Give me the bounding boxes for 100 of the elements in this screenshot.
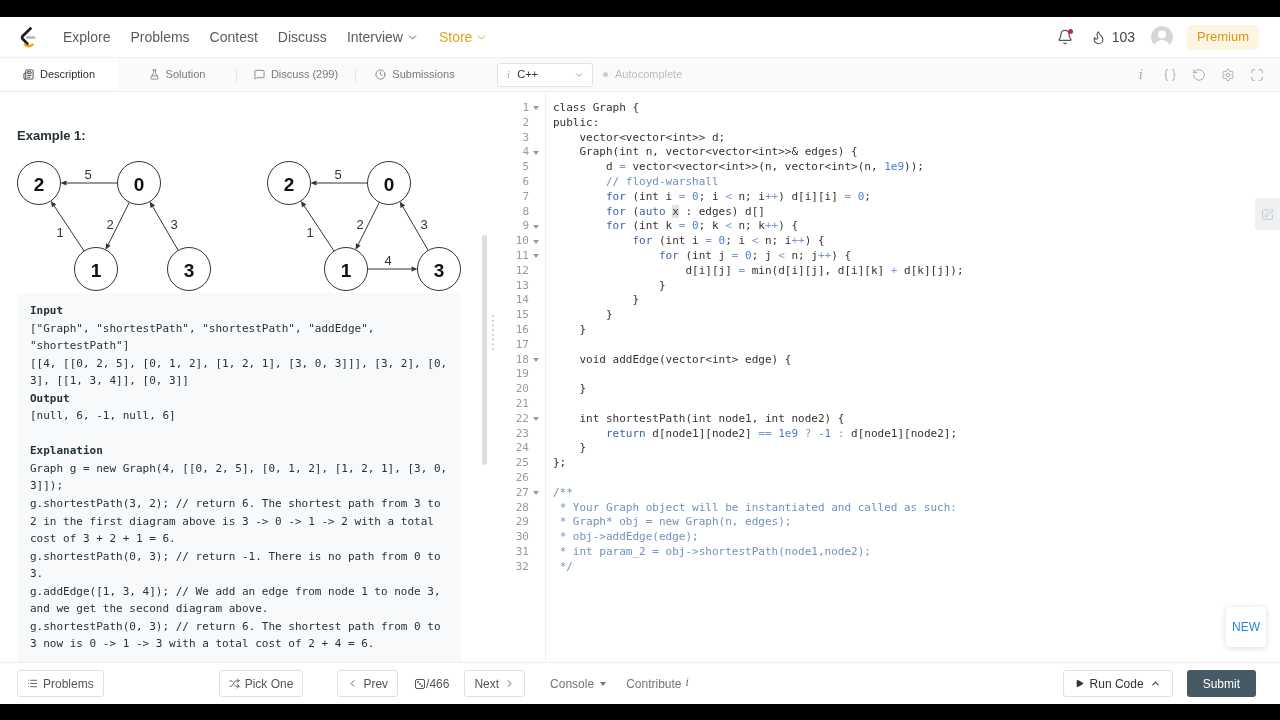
edit-icon xyxy=(1261,207,1274,221)
line-number: 25 xyxy=(514,456,529,471)
line-number: 10 xyxy=(514,234,529,249)
code-line: } xyxy=(606,308,613,323)
streak-count: 103 xyxy=(1111,27,1135,47)
code-line: for (int j = 0; j < n; j++) { xyxy=(658,248,852,264)
example-label: Explanation xyxy=(30,443,104,460)
line-number: 16 xyxy=(514,322,529,338)
example-label: Input xyxy=(30,303,65,319)
code-line: Graph(int n, vector<vector<int>>& edges) { xyxy=(579,145,858,161)
edge-weight: 3 xyxy=(170,216,178,232)
fold-arrow-icon[interactable] xyxy=(533,150,539,155)
line-number: 13 xyxy=(514,278,529,294)
code-line: * obj->addEdge(edge); xyxy=(559,530,699,545)
line-number: 8 xyxy=(521,204,529,220)
code-line: d = vector<vector<int>>(n, vector<int>(n, 1e9)); xyxy=(606,160,924,175)
code-line: } xyxy=(579,441,587,457)
nav-link[interactable]: Problems xyxy=(130,28,190,46)
fullscreen-icon[interactable] xyxy=(1250,67,1264,82)
panel-tab[interactable]: Description xyxy=(0,58,118,91)
example-text: [null, 6, -1, null, 6] xyxy=(30,408,177,425)
logo[interactable] xyxy=(19,26,36,48)
line-number: 3 xyxy=(521,130,529,146)
problems-button[interactable]: Problems xyxy=(17,670,104,697)
dice-icon xyxy=(415,678,426,689)
line-number: 15 xyxy=(514,308,529,323)
code-line: /** xyxy=(553,485,573,501)
code-line: } xyxy=(579,382,587,397)
edge-weight: 2 xyxy=(106,216,114,232)
fold-arrow-icon[interactable] xyxy=(533,491,539,496)
example-text: g.shortestPath(0, 3); // return -1. There is no path from 0 to 3. xyxy=(30,548,442,583)
line-number: 7 xyxy=(521,189,529,205)
example-text: g.shortestPath(3, 2); // return 6. The shortest path from 3 to 2 in the first diagram above is 3 -> 0 -> 1 -> 2 with a total cost of 3 + 2 + 1 = 6. xyxy=(30,496,442,548)
flame-icon xyxy=(1090,29,1106,45)
flask-icon xyxy=(148,69,160,80)
fold-arrow-icon[interactable] xyxy=(533,106,539,111)
graph-node: 3 xyxy=(417,247,461,291)
new-button[interactable]: NEW xyxy=(1226,607,1266,647)
bell-icon[interactable] xyxy=(1056,29,1073,45)
code-line: // floyd-warshall xyxy=(606,175,719,190)
shuffle-icon xyxy=(228,678,240,689)
nav-link[interactable]: Contest xyxy=(209,28,258,46)
language-select[interactable]: i C++ xyxy=(497,62,593,87)
code-line: }; xyxy=(553,456,567,471)
document-icon xyxy=(23,69,34,80)
code-line: for (int i = 0; i < n; i++) d[i][i] = 0; xyxy=(606,189,871,205)
submit-button[interactable]: Submit xyxy=(1186,670,1256,697)
code-line: for (auto x : edges) d[] xyxy=(606,204,765,220)
fold-arrow-icon[interactable] xyxy=(533,417,539,422)
caret-icon xyxy=(600,681,607,686)
fold-arrow-icon[interactable] xyxy=(533,224,539,229)
reset-icon[interactable] xyxy=(1192,67,1206,82)
nav-link[interactable]: Explore xyxy=(63,28,111,46)
example-text: Graph g = new Graph(4, [[0, 2, 5], [0, 1, 2], [1, 2, 1], [3, 0, 3]]); xyxy=(30,460,449,495)
avatar-icon[interactable] xyxy=(1151,26,1173,48)
edge-arrow xyxy=(105,201,130,250)
list-icon xyxy=(27,678,38,689)
nav-link[interactable]: Discuss xyxy=(277,28,327,46)
code-line: * Graph* obj = new Graph(n, edges); xyxy=(559,515,792,531)
nav-link[interactable]: Interview xyxy=(346,28,419,46)
fold-arrow-icon[interactable] xyxy=(533,239,539,244)
code-line: for (int k = 0; k < n; k++) { xyxy=(606,219,799,235)
edge-weight: 4 xyxy=(384,252,392,268)
line-number: 32 xyxy=(514,559,529,575)
panel-tab[interactable]: Solution xyxy=(118,58,236,91)
contribute-link[interactable]: Contribute i xyxy=(626,674,690,693)
line-number: 26 xyxy=(514,470,529,486)
fold-arrow-icon[interactable] xyxy=(533,254,539,259)
resize-handle[interactable] xyxy=(491,315,494,350)
fold-arrow-icon[interactable] xyxy=(533,357,539,362)
line-number: 27 xyxy=(514,485,529,501)
prev-button[interactable]: Prev xyxy=(337,670,399,697)
line-number: 19 xyxy=(514,367,529,383)
settings-icon[interactable] xyxy=(1221,67,1235,82)
edge-weight: 5 xyxy=(84,166,92,182)
code-line: return d[node1][node2] == 1e9 ? -1 : d[node1][node2]; xyxy=(606,426,958,442)
line-number: 29 xyxy=(514,515,529,531)
braces-icon[interactable] xyxy=(1163,67,1177,82)
line-number: 20 xyxy=(514,382,529,397)
code-line: d[i][j] = min(d[i][j], d[i][k] + d[k][j]); xyxy=(685,263,964,279)
console-button[interactable]: Console xyxy=(550,674,607,693)
run-code-button[interactable]: Run Code xyxy=(1062,670,1173,697)
panel-tab[interactable]: Discuss (299) xyxy=(237,58,355,91)
line-number: 14 xyxy=(514,293,529,309)
edge-arrow xyxy=(300,200,335,252)
panel-tab[interactable]: Submissions xyxy=(356,58,474,91)
pick-one-button[interactable]: Pick One xyxy=(218,670,304,697)
scrollbar-thumb[interactable] xyxy=(482,235,487,465)
line-number: 2 xyxy=(521,115,529,131)
clock-icon xyxy=(375,69,387,80)
line-number: 1 xyxy=(521,101,529,116)
edge-weight: 2 xyxy=(356,216,364,232)
graph-node: 1 xyxy=(324,247,368,291)
line-number: 9 xyxy=(521,219,529,235)
graph-node: 2 xyxy=(17,161,61,205)
code-line: public: xyxy=(553,115,600,131)
next-button[interactable]: Next xyxy=(464,670,526,697)
line-number: 28 xyxy=(514,500,529,516)
example-label: Output xyxy=(30,390,71,407)
example-text: g.shortestPath(0, 3); // return 6. The shortest path from 0 to 3 now is 0 -> 1 -> 3 with a total cost of 2 + 4 = 6. xyxy=(30,618,442,653)
